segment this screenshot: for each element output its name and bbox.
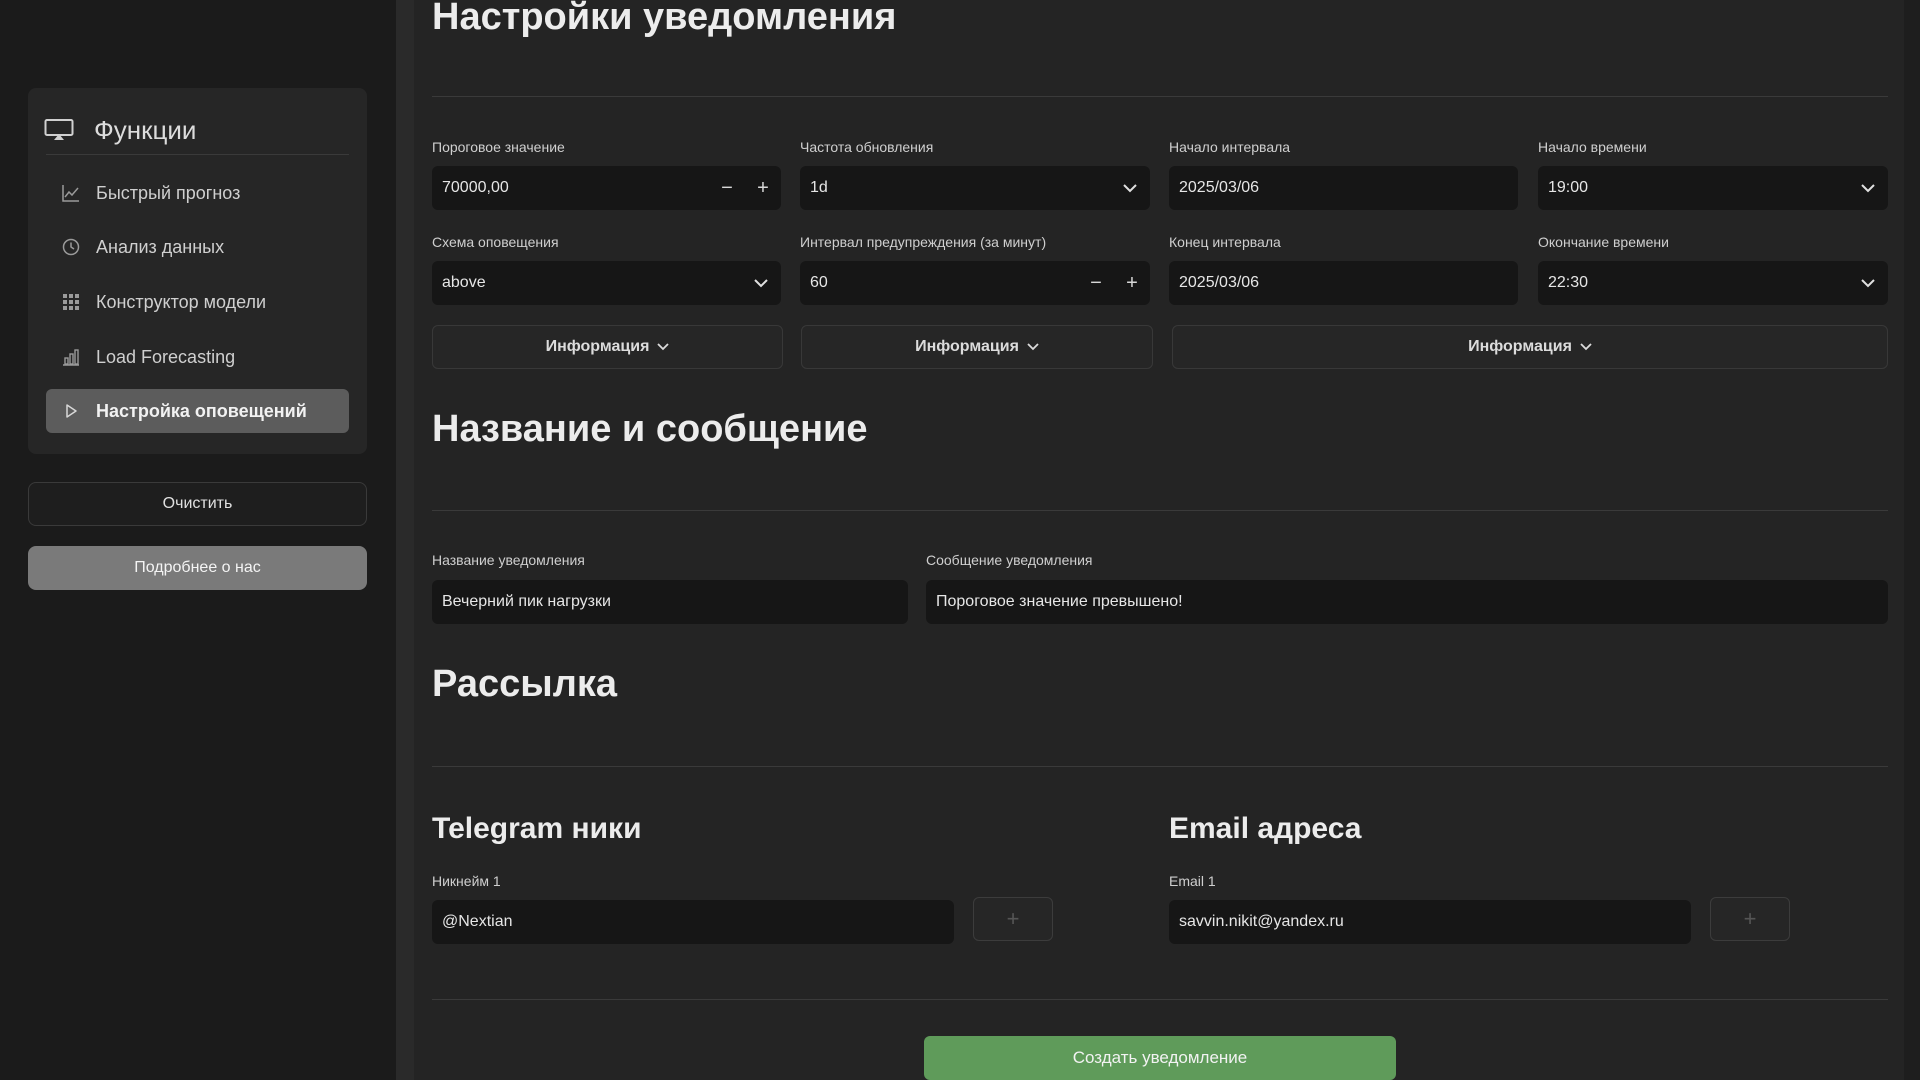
bar-chart-icon bbox=[63, 349, 79, 366]
sidebar-item-label: Анализ данных bbox=[96, 236, 225, 257]
info-label: Информация bbox=[915, 338, 1019, 355]
decrement-button[interactable]: − bbox=[709, 177, 745, 200]
mailing-title: Рассылка bbox=[432, 663, 617, 705]
email-label: Email 1 bbox=[1169, 873, 1216, 889]
about-us-button[interactable]: Подробнее о нас bbox=[28, 546, 367, 590]
chevron-down-icon bbox=[1027, 343, 1039, 351]
notification-name-label: Название уведомления bbox=[432, 552, 585, 568]
warn-interval-label: Интервал предупреждения (за минут) bbox=[800, 234, 1047, 250]
sidebar-item-load-forecasting[interactable]: Load Forecasting bbox=[46, 335, 349, 379]
info-label: Информация bbox=[545, 338, 650, 355]
info-expander-3[interactable]: Информация bbox=[1172, 325, 1888, 369]
threshold-value[interactable]: 70000,00 bbox=[442, 179, 709, 197]
name-message-title: Название и сообщение bbox=[432, 408, 868, 450]
notification-name-input[interactable]: Вечерний пик нагрузки bbox=[432, 580, 908, 624]
warn-interval-stepper[interactable]: 60 − + bbox=[800, 261, 1150, 305]
frequency-label: Частота обновления bbox=[800, 139, 934, 155]
chevron-down-icon bbox=[1848, 183, 1888, 193]
scheme-label: Схема оповещения bbox=[432, 234, 559, 250]
start-time-value: 19:00 bbox=[1548, 179, 1589, 196]
telegram-title: Telegram ники bbox=[432, 812, 642, 845]
notification-name-value: Вечерний пик нагрузки bbox=[442, 593, 611, 610]
create-notification-button[interactable]: Создать уведомление bbox=[924, 1036, 1396, 1080]
add-telegram-button[interactable]: + bbox=[973, 897, 1053, 941]
chevron-down-icon bbox=[657, 343, 670, 351]
scheme-value: above bbox=[442, 274, 486, 291]
threshold-label: Пороговое значение bbox=[432, 139, 565, 155]
end-time-label: Окончание времени bbox=[1538, 234, 1669, 250]
increment-button[interactable]: + bbox=[745, 177, 781, 200]
add-email-button[interactable]: + bbox=[1710, 897, 1790, 941]
sidebar-item-label: Конструктор модели bbox=[96, 291, 267, 312]
decrement-button[interactable]: − bbox=[1078, 272, 1114, 295]
sidebar-divider bbox=[396, 0, 414, 1080]
clock-icon bbox=[62, 238, 80, 256]
end-time-value: 22:30 bbox=[1548, 274, 1589, 291]
scrollbar-track[interactable] bbox=[1904, 0, 1920, 1080]
section-divider bbox=[432, 766, 1888, 767]
email-input[interactable]: savvin.nikit@yandex.ru bbox=[1169, 900, 1691, 944]
section-divider bbox=[432, 999, 1888, 1000]
app-window: Функции Быстрый прогноз Анализ данных Ко… bbox=[0, 0, 1920, 1080]
sidebar-item-alert-settings[interactable]: Настройка оповещений bbox=[46, 389, 349, 433]
line-chart-icon bbox=[62, 185, 79, 202]
sidebar-item-label: Настройка оповещений bbox=[96, 400, 307, 421]
info-expander-1[interactable]: Информация bbox=[432, 325, 783, 369]
panel-divider bbox=[46, 154, 349, 155]
start-time-label: Начало времени bbox=[1538, 139, 1647, 155]
end-date-value: 2025/03/06 bbox=[1179, 274, 1260, 291]
warn-interval-value[interactable]: 60 bbox=[810, 274, 1078, 292]
chevron-down-icon bbox=[741, 278, 781, 288]
email-value: savvin.nikit@yandex.ru bbox=[1179, 913, 1344, 930]
functions-panel: Функции Быстрый прогноз Анализ данных Ко… bbox=[28, 88, 367, 454]
start-date-label: Начало интервала bbox=[1169, 139, 1291, 155]
info-expander-2[interactable]: Информация bbox=[801, 325, 1153, 369]
increment-button[interactable]: + bbox=[1114, 272, 1150, 295]
sidebar: Функции Быстрый прогноз Анализ данных Ко… bbox=[0, 0, 396, 1080]
telegram-nickname-value: @Nextian bbox=[442, 913, 513, 930]
frequency-select[interactable]: 1d bbox=[800, 166, 1150, 210]
frequency-value: 1d bbox=[810, 179, 828, 196]
notification-message-value: Пороговое значение превышено! bbox=[936, 593, 1183, 610]
main-content: Настройки уведомления Пороговое значение… bbox=[432, 0, 1888, 1080]
nickname-label: Никнейм 1 bbox=[432, 873, 501, 889]
monitor-icon bbox=[44, 119, 74, 140]
chevron-down-icon bbox=[1848, 278, 1888, 288]
notify-settings-title: Настройки уведомления bbox=[432, 0, 897, 38]
notification-message-label: Сообщение уведомления bbox=[926, 552, 1093, 568]
clear-button[interactable]: Очистить bbox=[28, 482, 367, 526]
email-title: Email адреса bbox=[1169, 812, 1362, 845]
panel-title: Функции bbox=[94, 114, 197, 145]
sidebar-item-model-builder[interactable]: Конструктор модели bbox=[46, 280, 349, 324]
section-divider bbox=[432, 96, 1888, 97]
play-icon bbox=[66, 404, 77, 418]
notification-message-input[interactable]: Пороговое значение превышено! bbox=[926, 580, 1888, 624]
section-divider bbox=[432, 510, 1888, 511]
panel-header: Функции bbox=[44, 110, 196, 150]
chevron-down-icon bbox=[1110, 183, 1150, 193]
end-time-select[interactable]: 22:30 bbox=[1538, 261, 1888, 305]
sidebar-item-label: Быстрый прогноз bbox=[96, 182, 241, 203]
threshold-stepper[interactable]: 70000,00 − + bbox=[432, 166, 781, 210]
start-date-input[interactable]: 2025/03/06 bbox=[1169, 166, 1518, 210]
info-label: Информация bbox=[1468, 338, 1572, 355]
sidebar-item-label: Load Forecasting bbox=[96, 346, 236, 367]
start-time-select[interactable]: 19:00 bbox=[1538, 166, 1888, 210]
end-date-label: Конец интервала bbox=[1169, 234, 1281, 250]
telegram-nickname-input[interactable]: @Nextian bbox=[432, 900, 954, 944]
sidebar-item-quick-forecast[interactable]: Быстрый прогноз bbox=[46, 171, 349, 215]
end-date-input[interactable]: 2025/03/06 bbox=[1169, 261, 1518, 305]
scheme-select[interactable]: above bbox=[432, 261, 781, 305]
chevron-down-icon bbox=[1580, 343, 1592, 351]
sidebar-item-data-analysis[interactable]: Анализ данных bbox=[46, 225, 349, 269]
grid-icon bbox=[63, 294, 79, 310]
start-date-value: 2025/03/06 bbox=[1179, 179, 1260, 196]
